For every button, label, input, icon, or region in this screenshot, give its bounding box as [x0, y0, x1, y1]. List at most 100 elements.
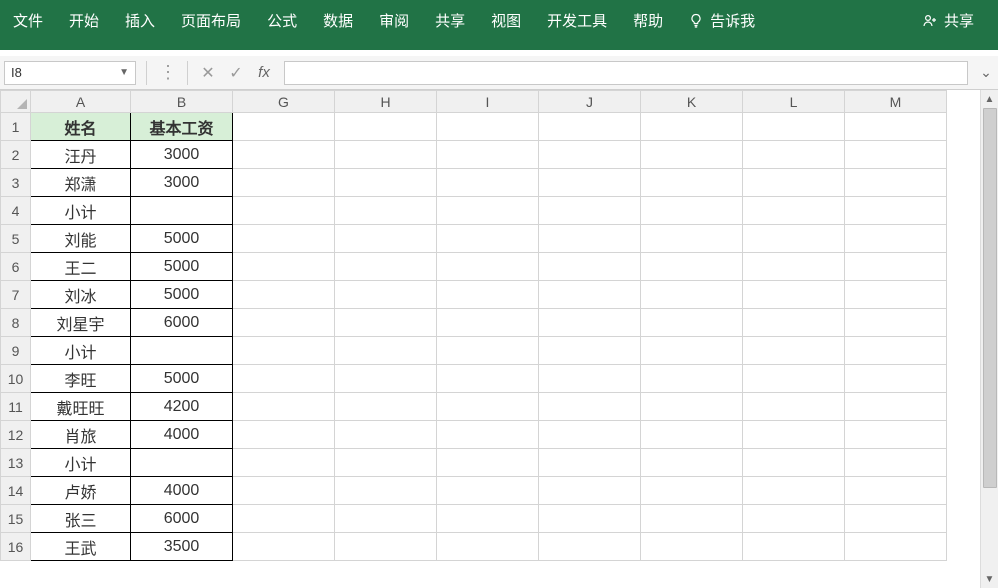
cell[interactable]	[233, 365, 335, 393]
cell[interactable]	[845, 421, 947, 449]
cell[interactable]	[233, 113, 335, 141]
cell[interactable]	[743, 365, 845, 393]
cell[interactable]	[335, 365, 437, 393]
cell[interactable]	[335, 533, 437, 561]
cell[interactable]	[539, 281, 641, 309]
cell[interactable]	[233, 533, 335, 561]
cell[interactable]	[335, 421, 437, 449]
cell[interactable]	[743, 505, 845, 533]
cell[interactable]	[641, 477, 743, 505]
cell[interactable]: 3000	[131, 169, 233, 197]
cell[interactable]	[845, 169, 947, 197]
col-header-J[interactable]: J	[539, 91, 641, 113]
cell[interactable]	[233, 449, 335, 477]
cell[interactable]	[743, 393, 845, 421]
cell[interactable]: 张三	[31, 505, 131, 533]
cell[interactable]	[539, 533, 641, 561]
cell[interactable]	[335, 477, 437, 505]
expand-formula-bar-button[interactable]: ⌄	[974, 61, 998, 85]
cell[interactable]: 4200	[131, 393, 233, 421]
cell[interactable]	[539, 337, 641, 365]
cell[interactable]	[743, 169, 845, 197]
tab-help[interactable]: 帮助	[620, 6, 676, 35]
share-button[interactable]: 共享	[910, 6, 986, 35]
row-header[interactable]: 4	[1, 197, 31, 225]
tab-view[interactable]: 视图	[478, 6, 534, 35]
cell[interactable]	[233, 225, 335, 253]
cell[interactable]	[641, 533, 743, 561]
row-header[interactable]: 2	[1, 141, 31, 169]
tab-share[interactable]: 共享	[422, 6, 478, 35]
cell[interactable]: 4000	[131, 477, 233, 505]
row-header[interactable]: 11	[1, 393, 31, 421]
scroll-up-arrow-icon[interactable]: ▲	[981, 90, 998, 108]
tab-review[interactable]: 审阅	[366, 6, 422, 35]
cell[interactable]	[539, 225, 641, 253]
row-header[interactable]: 13	[1, 449, 31, 477]
cell[interactable]	[743, 113, 845, 141]
cell[interactable]: 李旺	[31, 365, 131, 393]
col-header-G[interactable]: G	[233, 91, 335, 113]
name-box[interactable]: I8 ▼	[4, 61, 136, 85]
cell[interactable]: 刘能	[31, 225, 131, 253]
cell[interactable]	[437, 113, 539, 141]
row-header[interactable]: 12	[1, 421, 31, 449]
cell[interactable]	[845, 477, 947, 505]
cell[interactable]	[743, 197, 845, 225]
cell[interactable]	[539, 449, 641, 477]
row-header[interactable]: 10	[1, 365, 31, 393]
cell[interactable]	[845, 141, 947, 169]
row-header[interactable]: 9	[1, 337, 31, 365]
cell[interactable]	[131, 449, 233, 477]
tab-page-layout[interactable]: 页面布局	[168, 6, 254, 35]
spreadsheet-grid[interactable]: A B G H I J K L M 1姓名基本工资2汪丹30003郑潇30004…	[0, 90, 947, 561]
cell[interactable]	[335, 309, 437, 337]
cell[interactable]	[335, 281, 437, 309]
cell[interactable]	[335, 449, 437, 477]
formula-input[interactable]	[284, 61, 968, 85]
tab-data[interactable]: 数据	[310, 6, 366, 35]
cell[interactable]	[335, 113, 437, 141]
cell[interactable]: 刘冰	[31, 281, 131, 309]
cell[interactable]	[233, 477, 335, 505]
cell[interactable]	[845, 449, 947, 477]
cell[interactable]	[539, 477, 641, 505]
cell[interactable]	[845, 393, 947, 421]
row-header[interactable]: 5	[1, 225, 31, 253]
col-header-H[interactable]: H	[335, 91, 437, 113]
cell[interactable]	[233, 337, 335, 365]
cell[interactable]	[437, 449, 539, 477]
cell[interactable]	[743, 141, 845, 169]
enter-button[interactable]: ✓	[222, 61, 250, 85]
cell[interactable]	[233, 393, 335, 421]
cell[interactable]: 郑潇	[31, 169, 131, 197]
cell[interactable]	[641, 197, 743, 225]
cell[interactable]	[845, 113, 947, 141]
tab-developer[interactable]: 开发工具	[534, 6, 620, 35]
cell[interactable]	[539, 309, 641, 337]
scroll-thumb[interactable]	[983, 108, 997, 488]
col-header-K[interactable]: K	[641, 91, 743, 113]
cell[interactable]	[131, 337, 233, 365]
cell[interactable]: 小计	[31, 449, 131, 477]
cell[interactable]	[335, 393, 437, 421]
cell[interactable]	[743, 477, 845, 505]
cell[interactable]	[641, 449, 743, 477]
cell[interactable]	[641, 393, 743, 421]
cell[interactable]	[335, 197, 437, 225]
cell[interactable]	[845, 337, 947, 365]
vertical-scrollbar[interactable]: ▲ ▼	[980, 90, 998, 588]
cell[interactable]	[233, 253, 335, 281]
cell[interactable]: 3000	[131, 141, 233, 169]
col-header-I[interactable]: I	[437, 91, 539, 113]
cell[interactable]	[233, 141, 335, 169]
cell[interactable]	[233, 281, 335, 309]
cell[interactable]	[335, 337, 437, 365]
cell[interactable]	[641, 225, 743, 253]
cell[interactable]	[437, 337, 539, 365]
cell[interactable]	[743, 449, 845, 477]
cell[interactable]	[845, 505, 947, 533]
cell[interactable]	[641, 253, 743, 281]
cell[interactable]: 小计	[31, 337, 131, 365]
cell[interactable]	[539, 197, 641, 225]
